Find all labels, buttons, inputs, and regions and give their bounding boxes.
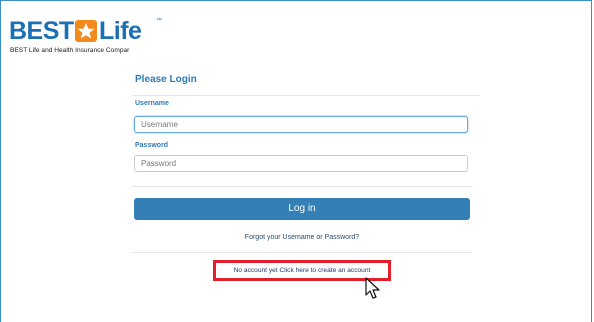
logo-text-life: Life	[99, 17, 142, 45]
form-divider	[132, 186, 472, 187]
browser-frame: BEST Life ™ BEST Life and Health Insuran…	[0, 0, 592, 322]
logo-text-best: BEST	[9, 17, 74, 45]
mouse-pointer-icon	[365, 277, 381, 301]
username-input[interactable]	[134, 116, 468, 133]
best-life-logo[interactable]: BEST Life ™ BEST Life and Health Insuran…	[9, 17, 162, 59]
forgot-credentials-link[interactable]: Forgot your Usemame or Password?	[132, 234, 472, 241]
footer-divider	[132, 252, 472, 253]
login-title: Please Login	[135, 74, 197, 85]
logo-subtitle: BEST Life and Health Insurance Compar	[10, 47, 130, 54]
username-label: Username	[135, 100, 169, 107]
create-account-link[interactable]: No account yet Click here to create an a…	[216, 263, 388, 278]
title-divider	[132, 95, 480, 96]
trademark-symbol: ™	[156, 18, 162, 24]
login-button[interactable]: Log in	[134, 198, 470, 220]
star-icon	[75, 20, 97, 42]
password-input[interactable]	[134, 155, 468, 172]
password-label: Password	[135, 142, 169, 148]
